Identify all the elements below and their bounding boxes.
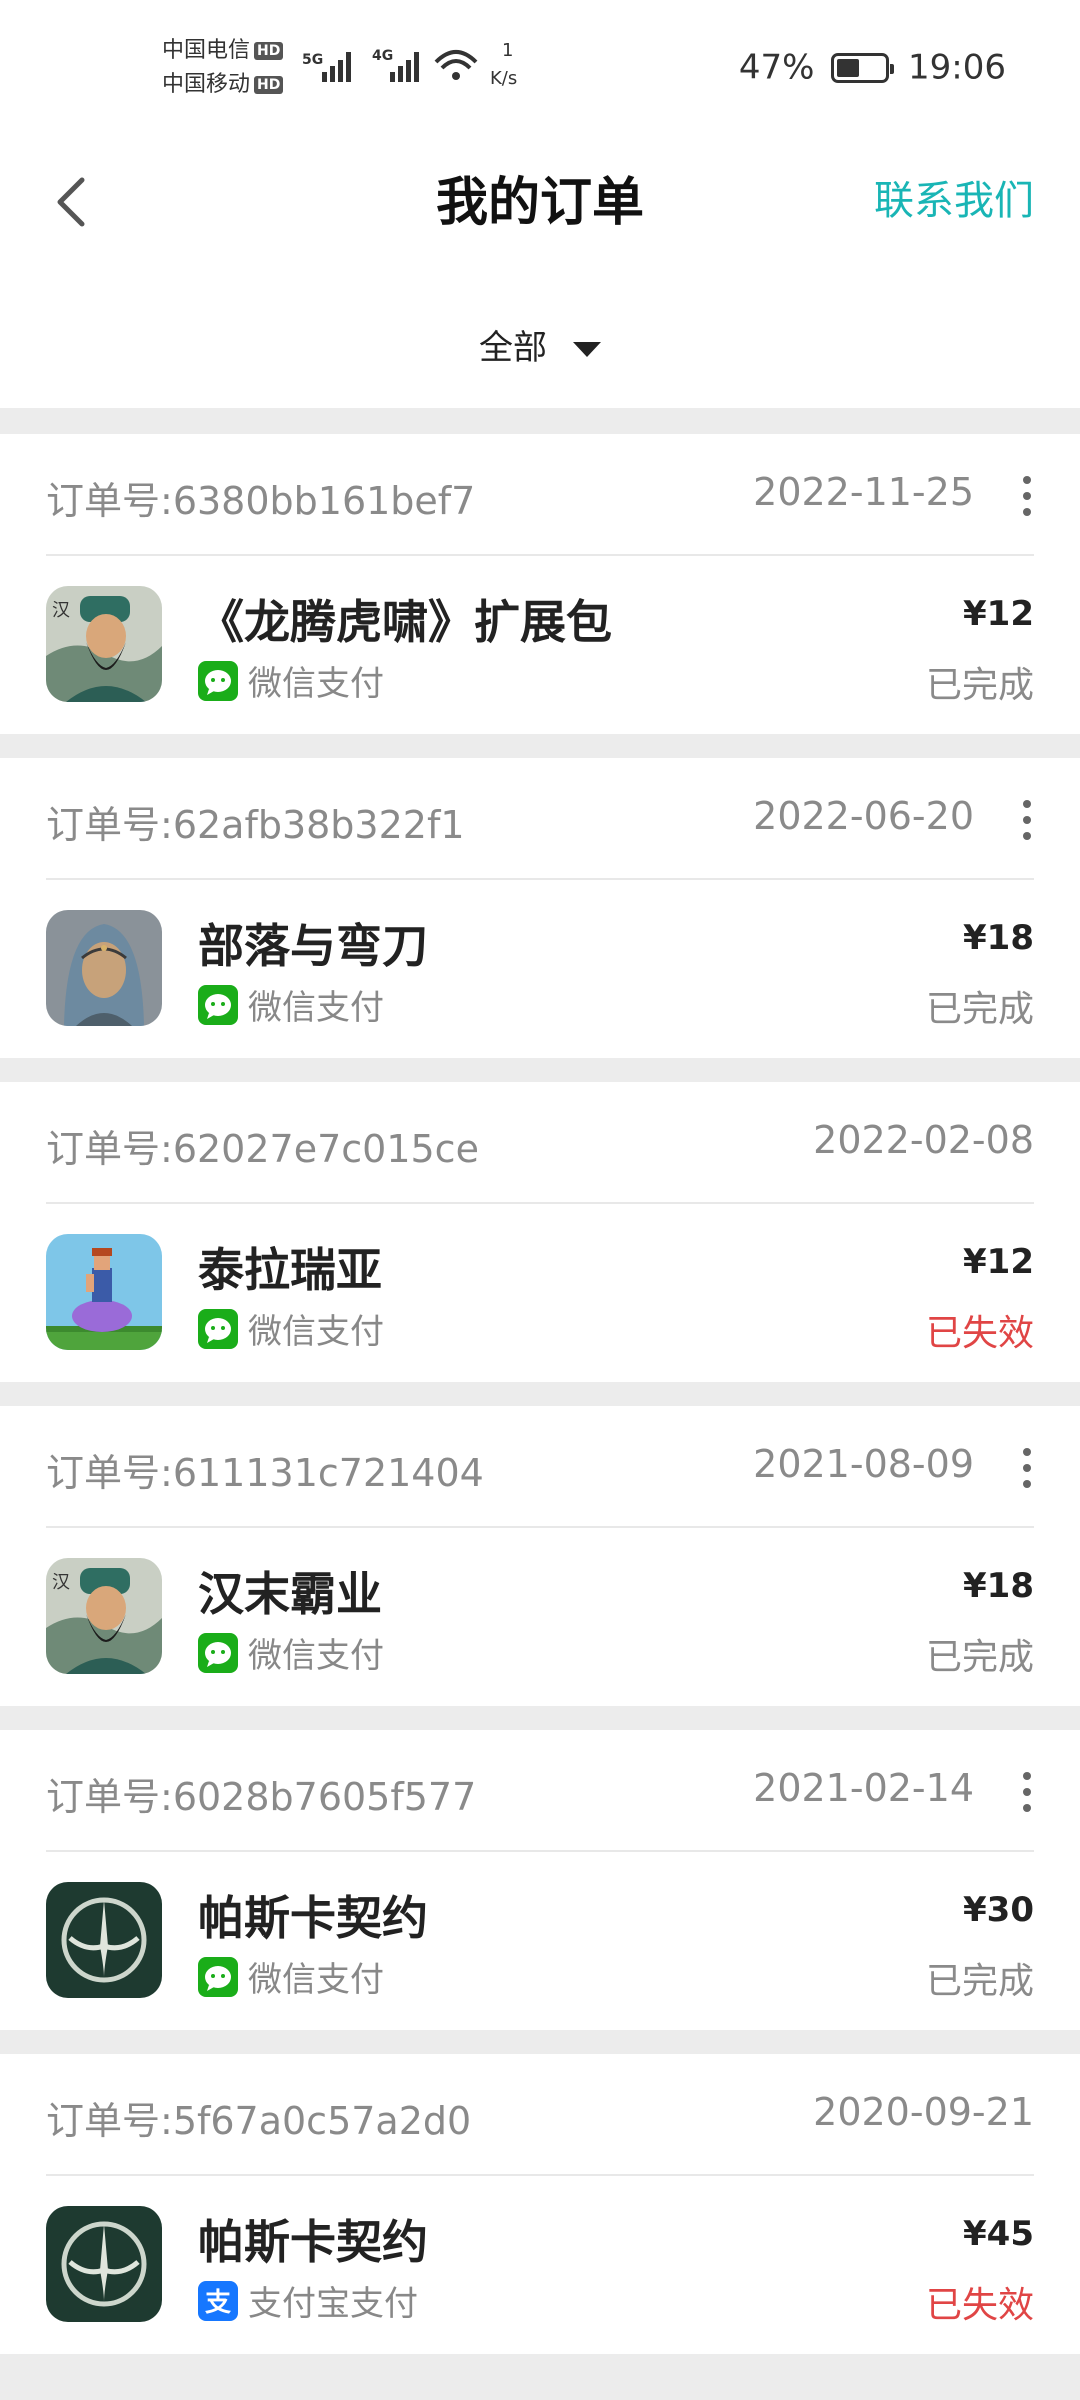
svg-text:汉: 汉: [52, 600, 70, 621]
caret-down-icon: [573, 342, 601, 357]
order-status: 已失效: [925, 2285, 1034, 2326]
status-bar: 中国电信 HD 中国移动 HD 5G 4G 1 K/s 47% 19:06: [0, 0, 1080, 140]
order-date: 2022-02-08: [813, 1118, 1034, 1162]
svg-text:汉: 汉: [52, 1572, 70, 1593]
wechat-pay-icon: [198, 1308, 238, 1349]
order-filter-dropdown[interactable]: 全部: [0, 320, 1080, 369]
more-options-icon[interactable]: [1020, 476, 1034, 518]
order-status: 已完成: [925, 1961, 1034, 2002]
more-options-icon[interactable]: [1020, 1448, 1034, 1490]
battery-icon: [831, 52, 895, 83]
order-status: 已失效: [925, 1313, 1034, 1354]
carrier-1: 中国电信: [162, 38, 251, 63]
filter-label: 全部: [479, 328, 547, 368]
order-list: 订单号:6380bb161bef7 2022-11-25 汉 《龙腾虎啸》扩展包…: [0, 434, 1080, 2378]
order-body: 汉 《龙腾虎啸》扩展包 微信支付 ¥12 已完成: [46, 556, 1034, 734]
order-body: 泰拉瑞亚 微信支付 ¥12 已失效: [46, 1204, 1034, 1382]
more-options-icon[interactable]: [1020, 1772, 1034, 1814]
order-status: 已完成: [925, 989, 1034, 1030]
pascal-emblem-icon: [46, 1882, 162, 1998]
wechat-pay-icon: [198, 984, 238, 1025]
order-price: ¥30: [963, 1890, 1034, 1930]
order-price: ¥12: [963, 1242, 1034, 1282]
order-header: 订单号:62027e7c015ce 2022-02-08: [46, 1082, 1034, 1204]
tribe-portrait-icon: [46, 910, 162, 1026]
order-header: 订单号:611131c721404 2021-08-09: [46, 1406, 1034, 1528]
order-status: 已完成: [925, 1637, 1034, 1678]
wechat-pay-icon: [198, 1632, 238, 1673]
order-date: 2022-06-20: [753, 794, 974, 838]
order-date: 2021-08-09: [753, 1442, 974, 1486]
app-name: 《龙腾虎啸》扩展包: [198, 595, 612, 649]
header: 我的订单 联系我们 全部: [0, 140, 1080, 408]
order-number: 订单号:5f67a0c57a2d0: [46, 2099, 472, 2143]
alipay-icon: 支: [198, 2280, 238, 2321]
terraria-pixel-icon: [46, 1234, 162, 1350]
svg-text:4G: 4G: [372, 48, 393, 64]
wechat-pay-icon: [198, 1956, 238, 1997]
svg-text:1: 1: [502, 40, 513, 61]
status-right: 47% 19:06: [739, 46, 1006, 88]
contact-us-button[interactable]: 联系我们: [874, 168, 1034, 226]
order-number: 订单号:611131c721404: [46, 1451, 484, 1495]
order-card[interactable]: 订单号:6380bb161bef7 2022-11-25 汉 《龙腾虎啸》扩展包…: [0, 434, 1080, 734]
order-date: 2022-11-25: [753, 470, 974, 514]
order-card[interactable]: 订单号:5f67a0c57a2d0 2020-09-21 帕斯卡契约 支支付宝支…: [0, 2054, 1080, 2354]
order-number: 订单号:62afb38b322f1: [46, 803, 465, 847]
order-date: 2020-09-21: [813, 2090, 1034, 2134]
more-options-icon[interactable]: [1020, 800, 1034, 842]
order-card[interactable]: 订单号:611131c721404 2021-08-09 汉 汉末霸业 微信支付…: [0, 1406, 1080, 1706]
wechat-pay-icon: [198, 660, 238, 701]
han-warrior-icon: 汉: [46, 586, 162, 702]
payment-method: 微信支付: [198, 980, 384, 1029]
payment-method: 微信支付: [198, 1304, 384, 1353]
app-name: 帕斯卡契约: [198, 1891, 428, 1945]
order-status: 已完成: [925, 665, 1034, 706]
order-price: ¥12: [963, 594, 1034, 634]
hd-badge: HD: [254, 42, 284, 60]
svg-text:5G: 5G: [302, 52, 323, 68]
order-number: 订单号:6028b7605f577: [46, 1775, 477, 1819]
order-number: 订单号:6380bb161bef7: [46, 479, 476, 523]
order-body: 汉 汉末霸业 微信支付 ¥18 已完成: [46, 1528, 1034, 1706]
clock: 19:06: [908, 47, 1006, 88]
order-body: 帕斯卡契约 微信支付 ¥30 已完成: [46, 1852, 1034, 2030]
payment-method: 微信支付: [198, 1952, 384, 2001]
hd-badge: HD: [254, 76, 284, 94]
order-body: 帕斯卡契约 支支付宝支付 ¥45 已失效: [46, 2176, 1034, 2354]
order-card[interactable]: 订单号:62027e7c015ce 2022-02-08 泰拉瑞亚 微信支付 ¥…: [0, 1082, 1080, 1382]
signal-icon: 5G 4G 1 K/s: [302, 40, 517, 89]
order-price: ¥18: [963, 1566, 1034, 1606]
order-number: 订单号:62027e7c015ce: [46, 1127, 479, 1171]
pascal-emblem-icon: [46, 2206, 162, 2322]
app-name: 汉末霸业: [198, 1567, 382, 1621]
app-name: 泰拉瑞亚: [198, 1243, 382, 1297]
order-header: 订单号:62afb38b322f1 2022-06-20: [46, 758, 1034, 880]
order-header: 订单号:5f67a0c57a2d0 2020-09-21: [46, 2054, 1034, 2176]
carrier-info: 中国电信 HD 中国移动 HD: [162, 34, 284, 102]
svg-text:K/s: K/s: [490, 68, 517, 89]
order-card[interactable]: 订单号:62afb38b322f1 2022-06-20 部落与弯刀 微信支付 …: [0, 758, 1080, 1058]
battery-percent: 47%: [738, 47, 815, 88]
order-header: 订单号:6028b7605f577 2021-02-14: [46, 1730, 1034, 1852]
payment-method: 微信支付: [198, 656, 384, 705]
order-date: 2021-02-14: [753, 1766, 974, 1810]
han-warrior-icon: 汉: [46, 1558, 162, 1674]
order-price: ¥45: [963, 2214, 1034, 2254]
order-price: ¥18: [963, 918, 1034, 958]
app-name: 部落与弯刀: [198, 919, 428, 973]
svg-text:支: 支: [205, 2288, 231, 2318]
payment-method: 微信支付: [198, 1628, 384, 1677]
payment-method: 支支付宝支付: [198, 2276, 418, 2325]
order-header: 订单号:6380bb161bef7 2022-11-25: [46, 434, 1034, 556]
order-card[interactable]: 订单号:6028b7605f577 2021-02-14 帕斯卡契约 微信支付 …: [0, 1730, 1080, 2030]
app-name: 帕斯卡契约: [198, 2215, 428, 2269]
carrier-2: 中国移动: [162, 72, 251, 97]
order-body: 部落与弯刀 微信支付 ¥18 已完成: [46, 880, 1034, 1058]
